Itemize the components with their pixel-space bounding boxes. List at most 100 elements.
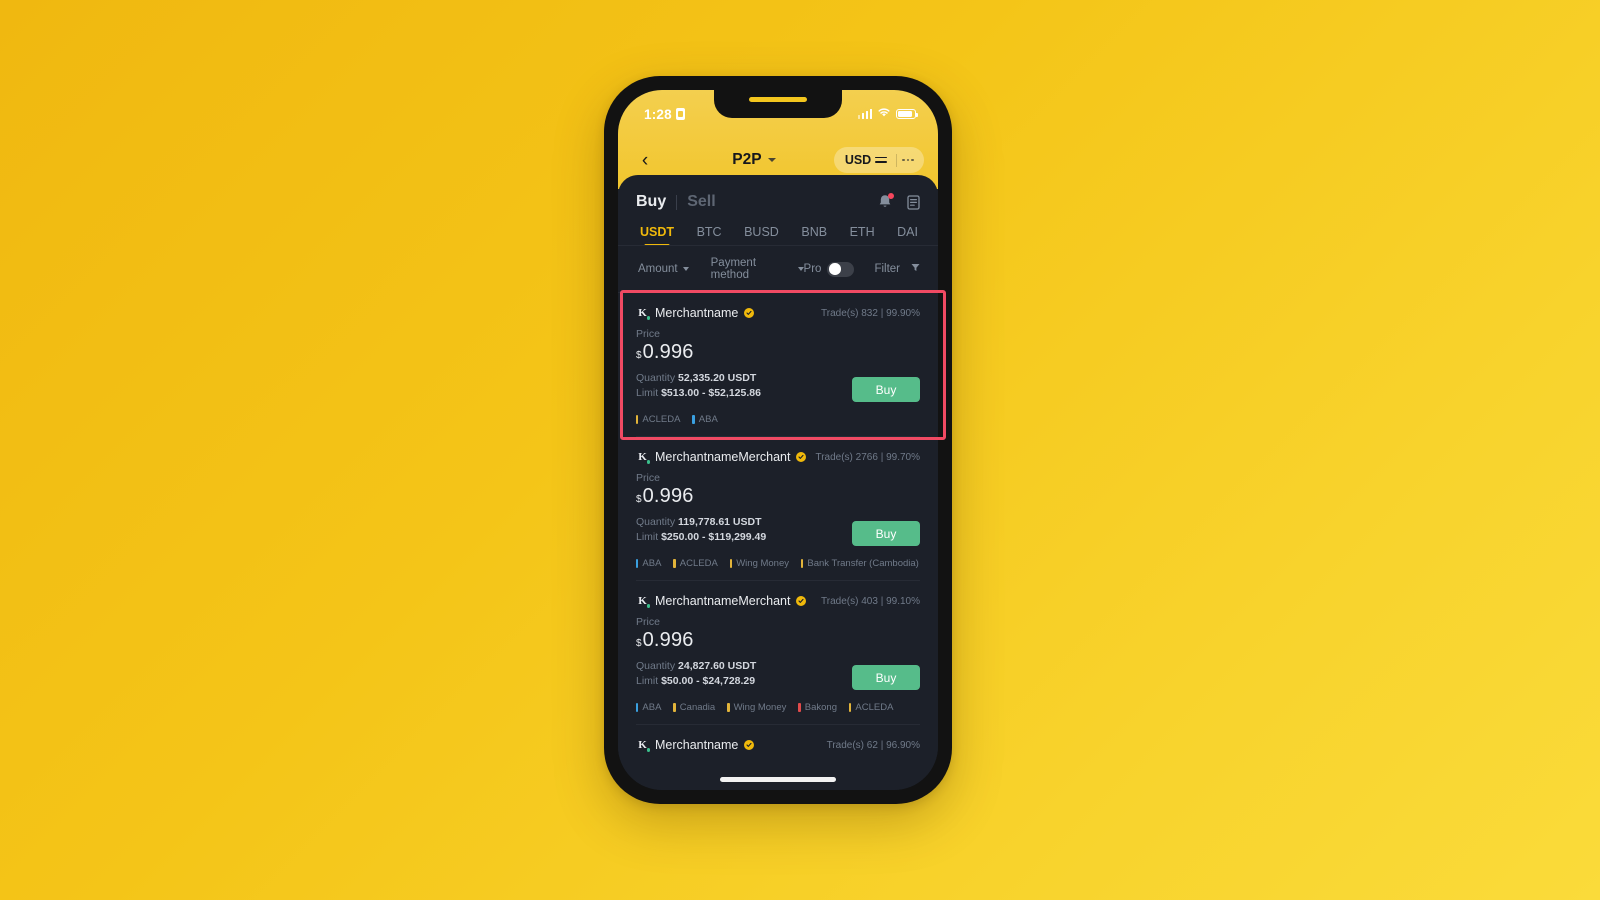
currency-selector[interactable]: USD <box>833 147 924 173</box>
offer-limits: Quantity 24,827.60 USDT Limit $50.00 - $… <box>636 660 756 690</box>
battery-icon <box>896 108 919 120</box>
offer-header: K Merchantname Trade(s) 832 | 99.90% <box>636 306 920 320</box>
notification-bell-icon[interactable] <box>878 193 894 210</box>
tab-sell[interactable]: Sell <box>687 193 715 211</box>
payment-method-filter[interactable]: Payment method <box>711 257 804 281</box>
status-bar-left: 1:28 <box>644 107 685 122</box>
offer-card[interactable]: K Merchantname Trade(s) 832 | 99.90% Pri… <box>618 293 938 436</box>
price-value: $ 0.996 <box>636 341 920 364</box>
merchant-avatar: K <box>636 738 650 752</box>
offer-card[interactable]: K MerchantnameMerchant Trade(s) 2766 | 9… <box>618 437 938 580</box>
divider <box>676 194 678 210</box>
speaker-grill <box>749 97 807 102</box>
coin-tab-1[interactable]: BTC <box>697 225 722 246</box>
stat-separator: | <box>880 307 884 319</box>
merchant-initial: K <box>638 594 647 607</box>
merchant-initial: K <box>638 738 647 751</box>
wifi-icon <box>877 105 891 123</box>
back-button[interactable]: ‹ <box>632 147 658 173</box>
quantity-line: Quantity 52,335.20 USDT <box>636 372 761 384</box>
limit-label: Limit <box>636 387 659 399</box>
offer-card[interactable]: K MerchantnameMerchant Trade(s) 403 | 99… <box>618 581 938 724</box>
merchant-avatar: K <box>636 594 650 608</box>
status-bar-right <box>857 105 919 123</box>
page-title-label: P2P <box>732 151 762 168</box>
coin-tab-4[interactable]: ETH <box>850 225 875 246</box>
notification-badge <box>888 193 894 199</box>
phone-notch <box>714 90 842 118</box>
trade-count: Trade(s) 2766 <box>815 451 878 463</box>
tab-buy[interactable]: Buy <box>636 193 666 211</box>
page-title[interactable]: P2P <box>674 151 834 169</box>
merchant-name: Merchantname <box>655 738 739 752</box>
quantity-label: Quantity <box>636 660 676 672</box>
stat-separator: | <box>880 595 884 607</box>
merchant-stats: Trade(s) 403 | 99.10% <box>821 596 920 607</box>
currency-label: USD <box>844 153 872 167</box>
limit-value: $250.00 - $119,299.49 <box>661 531 767 543</box>
payment-tag-label: ACLEDA <box>642 414 681 425</box>
offer-header: K Merchantname Trade(s) 62 | 96.90% <box>636 738 920 752</box>
coin-tab-2[interactable]: BUSD <box>744 225 779 246</box>
chevron-down-icon <box>682 267 689 271</box>
offer-header: K MerchantnameMerchant Trade(s) 403 | 99… <box>636 594 920 608</box>
amount-filter[interactable]: Amount <box>638 263 689 275</box>
offer-card[interactable]: K Merchantname Trade(s) 62 | 96.90% <box>618 725 938 752</box>
payment-tag-label: ABA <box>642 558 662 569</box>
payment-tag-label: ACLEDA <box>855 702 894 713</box>
price-amount: 0.996 <box>642 629 694 651</box>
phone-screen: 1:28 ‹ P2P USD Buy Sell USDT BTC BUSD BN… <box>618 90 938 790</box>
swap-vertical-icon <box>875 155 888 166</box>
divider <box>896 153 898 167</box>
payment-tag: ABA <box>692 414 718 425</box>
completion-rate: 96.90% <box>886 739 920 751</box>
limit-line: Limit $50.00 - $24,728.29 <box>636 675 756 687</box>
price-amount: 0.996 <box>642 341 694 363</box>
buy-button[interactable]: Buy <box>852 665 920 690</box>
filter-button[interactable]: Filter <box>874 263 920 275</box>
quantity-value: 52,335.20 USDT <box>678 372 757 384</box>
quantity-line: Quantity 24,827.60 USDT <box>636 660 756 672</box>
amount-filter-label: Amount <box>638 263 678 275</box>
pro-toggle-group[interactable]: Pro <box>804 261 855 277</box>
merchant-info[interactable]: K Merchantname <box>636 738 755 752</box>
merchant-info[interactable]: K MerchantnameMerchant <box>636 450 807 464</box>
price-value: $ 0.996 <box>636 485 920 508</box>
price-value: $ 0.996 <box>636 629 920 652</box>
pro-toggle[interactable] <box>827 261 855 277</box>
coin-tab-0[interactable]: USDT <box>640 225 674 246</box>
buy-button[interactable]: Buy <box>852 377 920 402</box>
verified-badge-icon <box>796 596 807 606</box>
buy-button[interactable]: Buy <box>852 521 920 546</box>
phone-frame: 1:28 ‹ P2P USD Buy Sell USDT BTC BUSD BN… <box>604 76 952 804</box>
limit-line: Limit $513.00 - $52,125.86 <box>636 387 761 399</box>
quantity-label: Quantity <box>636 516 676 528</box>
trade-count: Trade(s) 403 <box>821 595 878 607</box>
payment-tag: Wing Money <box>729 558 790 569</box>
payment-tag: Bakong <box>798 702 837 713</box>
payment-tag: ACLEDA <box>636 414 680 425</box>
limit-label: Limit <box>636 675 659 687</box>
quantity-line: Quantity 119,778.61 USDT <box>636 516 766 528</box>
chevron-down-icon <box>767 158 776 162</box>
price-label: Price <box>636 616 660 628</box>
stat-separator: | <box>880 739 884 751</box>
limit-label: Limit <box>636 531 659 543</box>
merchant-info[interactable]: K MerchantnameMerchant <box>636 594 807 608</box>
merchant-stats: Trade(s) 832 | 99.90% <box>821 308 920 319</box>
merchant-stats: Trade(s) 62 | 96.90% <box>827 740 920 751</box>
offer-list[interactable]: K Merchantname Trade(s) 832 | 99.90% Pri… <box>618 293 938 752</box>
payment-tag-label: ACLEDA <box>679 558 718 569</box>
payment-tag-label: Wing Money <box>733 702 787 713</box>
buy-sell-tabs: Buy Sell <box>636 193 716 211</box>
merchant-info[interactable]: K Merchantname <box>636 306 755 320</box>
order-history-icon[interactable] <box>907 194 920 210</box>
more-horizontal-icon[interactable] <box>902 158 920 162</box>
payment-tag-label: Wing Money <box>736 558 790 569</box>
completion-rate: 99.10% <box>886 595 920 607</box>
coin-tab-3[interactable]: BNB <box>801 225 827 246</box>
coin-tab-5[interactable]: DAI <box>897 225 918 246</box>
quantity-value: 24,827.60 USDT <box>678 660 757 672</box>
payment-tag: Canadia <box>673 702 715 713</box>
offer-details-row: Quantity 52,335.20 USDT Limit $513.00 - … <box>636 372 920 402</box>
